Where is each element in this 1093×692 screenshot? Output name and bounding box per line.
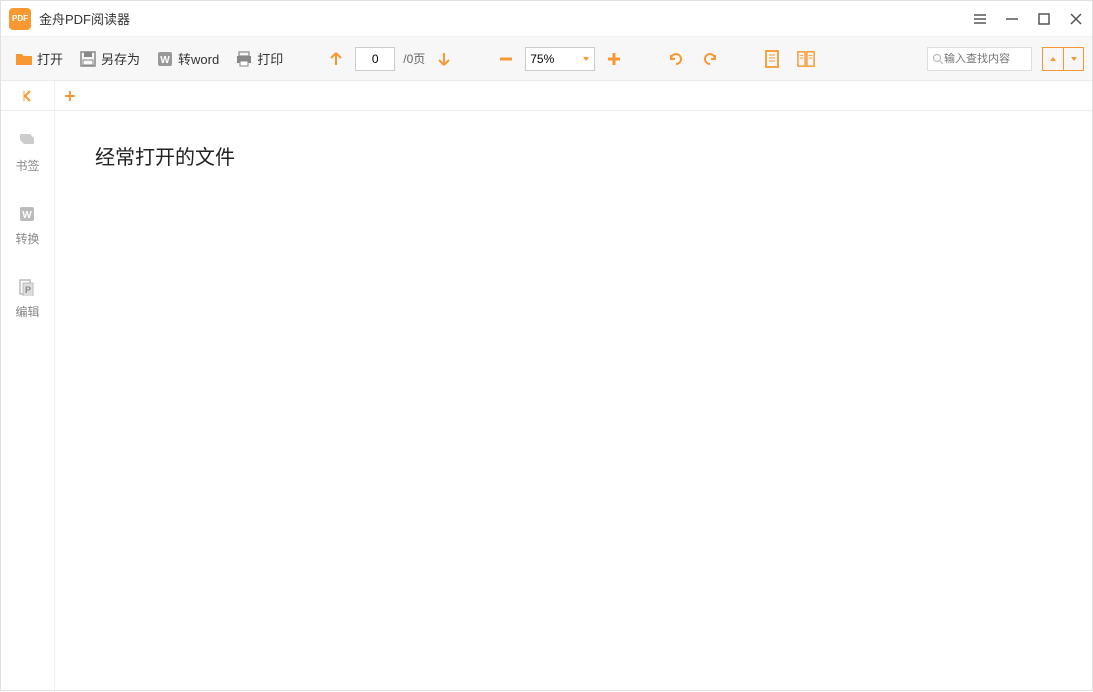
menu-icon[interactable] [972,11,988,27]
search-next-button[interactable] [1063,48,1083,70]
zoom-out-button[interactable] [491,46,521,72]
svg-text:P: P [25,285,31,295]
title-bar: PDF 金舟PDF阅读器 [1,1,1092,37]
open-label: 打开 [37,49,63,68]
close-icon[interactable] [1068,11,1084,27]
save-icon [79,50,97,68]
rotate-ccw-icon [667,50,685,68]
main-area: 书签 W 转换 P 编辑 经常打开的文件 [1,111,1092,692]
search-input[interactable] [944,53,1027,65]
page-input[interactable] [355,47,395,71]
toolbar: 打开 另存为 W 转word 打印 /0页 75% [1,37,1092,81]
add-tab-button[interactable] [55,90,85,102]
arrow-up-icon [327,50,345,68]
save-as-button[interactable]: 另存为 [73,45,146,72]
tab-bar [1,81,1092,111]
page-up-button[interactable] [321,46,351,72]
to-word-button[interactable]: W 转word [150,45,225,72]
page-total: /0页 [403,50,425,67]
print-button[interactable]: 打印 [229,45,289,72]
save-as-label: 另存为 [101,49,140,68]
sidebar-convert-label: 转换 [15,230,39,247]
sidebar-bookmark-label: 书签 [15,157,39,174]
recent-files-title: 经常打开的文件 [95,141,1052,170]
rotate-cw-icon [701,50,719,68]
bookmark-icon [17,131,37,151]
print-label: 打印 [257,49,283,68]
edit-icon: P [17,277,37,297]
double-page-icon [797,50,815,68]
folder-icon [15,50,33,68]
search-icon [932,53,944,65]
chevron-down-icon [582,55,590,63]
double-page-button[interactable] [791,46,821,72]
zoom-value: 75% [530,52,554,66]
svg-text:W: W [23,210,33,221]
search-nav [1042,47,1084,71]
rotate-left-button[interactable] [661,46,691,72]
content-area: 经常打开的文件 [55,111,1092,692]
app-title: 金舟PDF阅读器 [39,9,130,28]
zoom-select[interactable]: 75% [525,47,595,71]
svg-text:W: W [160,55,170,66]
convert-icon: W [17,204,37,224]
sidebar-edit-label: 编辑 [15,303,39,320]
zoom-in-button[interactable] [599,46,629,72]
minus-icon [497,50,515,68]
sidebar-item-bookmark[interactable]: 书签 [15,131,39,174]
collapse-sidebar-button[interactable] [1,81,55,110]
to-word-label: 转word [178,49,219,68]
print-icon [235,50,253,68]
plus-icon [605,50,623,68]
window-controls [972,11,1084,27]
app-logo: PDF [9,8,31,30]
sidebar: 书签 W 转换 P 编辑 [1,111,55,692]
single-page-icon [763,50,781,68]
sidebar-item-edit[interactable]: P 编辑 [15,277,39,320]
single-page-button[interactable] [757,46,787,72]
sidebar-item-convert[interactable]: W 转换 [15,204,39,247]
page-down-button[interactable] [429,46,459,72]
search-box[interactable] [927,47,1032,71]
search-prev-button[interactable] [1043,48,1063,70]
arrow-down-icon [435,50,453,68]
open-button[interactable]: 打开 [9,45,69,72]
word-icon: W [156,50,174,68]
minimize-icon[interactable] [1004,11,1020,27]
maximize-icon[interactable] [1036,11,1052,27]
rotate-right-button[interactable] [695,46,725,72]
